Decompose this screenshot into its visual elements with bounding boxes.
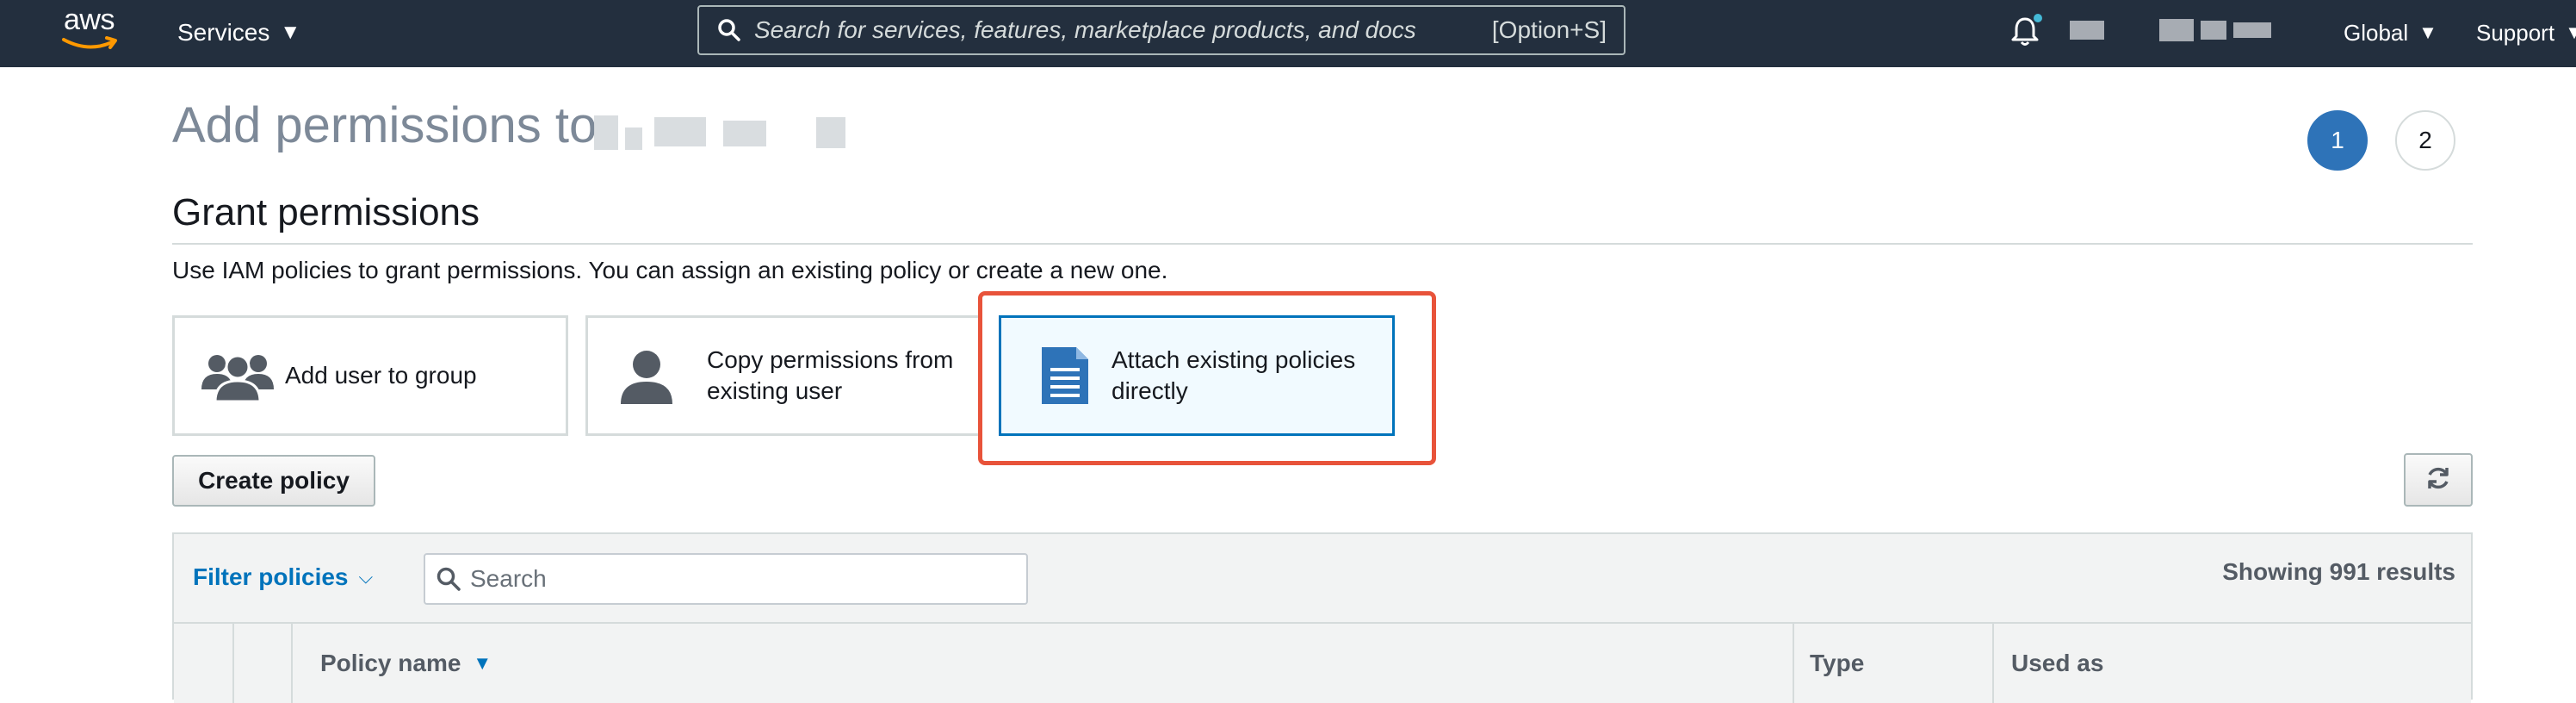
global-search-input[interactable]: Search for services, features, marketpla… (697, 5, 1625, 55)
refresh-button[interactable] (2404, 453, 2473, 507)
search-icon (715, 16, 744, 45)
services-label: Services (177, 19, 270, 46)
step-indicator-2: 2 (2395, 110, 2455, 171)
search-placeholder: Search (470, 565, 547, 592)
option-label-line-1: Copy permissions from (707, 346, 954, 373)
search-icon (434, 564, 463, 594)
column-label: Used as (2011, 650, 2104, 676)
caret-down-icon: ▼ (2418, 22, 2437, 43)
create-policy-button[interactable]: Create policy (172, 455, 375, 507)
region-selector[interactable]: Global ▼ (2344, 16, 2437, 50)
services-menu[interactable]: Services ▼ (177, 16, 300, 50)
sort-descending-icon: ▼ (473, 652, 492, 674)
section-title: Grant permissions (172, 191, 480, 233)
aws-smile-icon (62, 36, 117, 49)
section-description: Use IAM policies to grant permissions. Y… (172, 257, 1168, 283)
refresh-icon (2424, 464, 2452, 496)
expand-column-header (174, 624, 232, 703)
filter-policies-dropdown[interactable]: Filter policies ⌵ (193, 563, 373, 591)
select-column-header (232, 624, 291, 703)
page-title: Add permissions to (172, 97, 598, 153)
filter-policies-label: Filter policies (193, 563, 349, 590)
column-header-used-as[interactable]: Used as (1992, 624, 2471, 703)
caret-down-icon: ▼ (2565, 22, 2576, 43)
top-navbar: aws Services ▼ Search for services, feat… (0, 0, 2576, 67)
step-indicator-1: 1 (2307, 110, 2368, 171)
results-count: Showing 991 results (2222, 558, 2455, 585)
region-label: Global (2344, 19, 2409, 46)
policy-search-input[interactable]: Search (424, 553, 1028, 605)
option-add-user-to-group[interactable]: Add user to group (172, 315, 568, 436)
option-label-line-2: existing user (707, 377, 843, 404)
bell-icon[interactable] (2008, 14, 2042, 48)
search-placeholder: Search for services, features, marketpla… (754, 16, 1416, 43)
group-icon (190, 348, 285, 403)
account-menu[interactable] (2070, 19, 2285, 41)
search-shortcut-hint: [Option+S] (1491, 16, 1607, 43)
support-menu[interactable]: Support ▼ (2476, 16, 2576, 50)
support-label: Support (2476, 19, 2555, 46)
column-header-policy-name[interactable]: Policy name ▼ (291, 624, 1793, 703)
section-divider (172, 243, 2473, 245)
policies-table: Filter policies ⌵ Search Showing 991 res… (172, 532, 2473, 703)
redacted-username (594, 109, 852, 153)
option-label: Add user to group (285, 362, 477, 389)
column-label: Policy name (320, 650, 461, 676)
chevron-down-icon: ⌵ (358, 566, 374, 588)
aws-logo[interactable]: aws (60, 3, 124, 59)
highlight-annotation (978, 291, 1436, 465)
aws-logo-text: aws (64, 3, 115, 36)
column-header-type[interactable]: Type (1793, 624, 1992, 703)
column-label: Type (1810, 650, 1865, 676)
user-icon (609, 347, 684, 404)
table-header: Policy name ▼ Type Used as (174, 622, 2471, 703)
notification-dot (2034, 14, 2042, 22)
option-copy-permissions[interactable]: Copy permissions from existing user (585, 315, 981, 436)
option-label: Copy permissions from existing user (707, 345, 953, 407)
caret-down-icon: ▼ (280, 21, 301, 44)
